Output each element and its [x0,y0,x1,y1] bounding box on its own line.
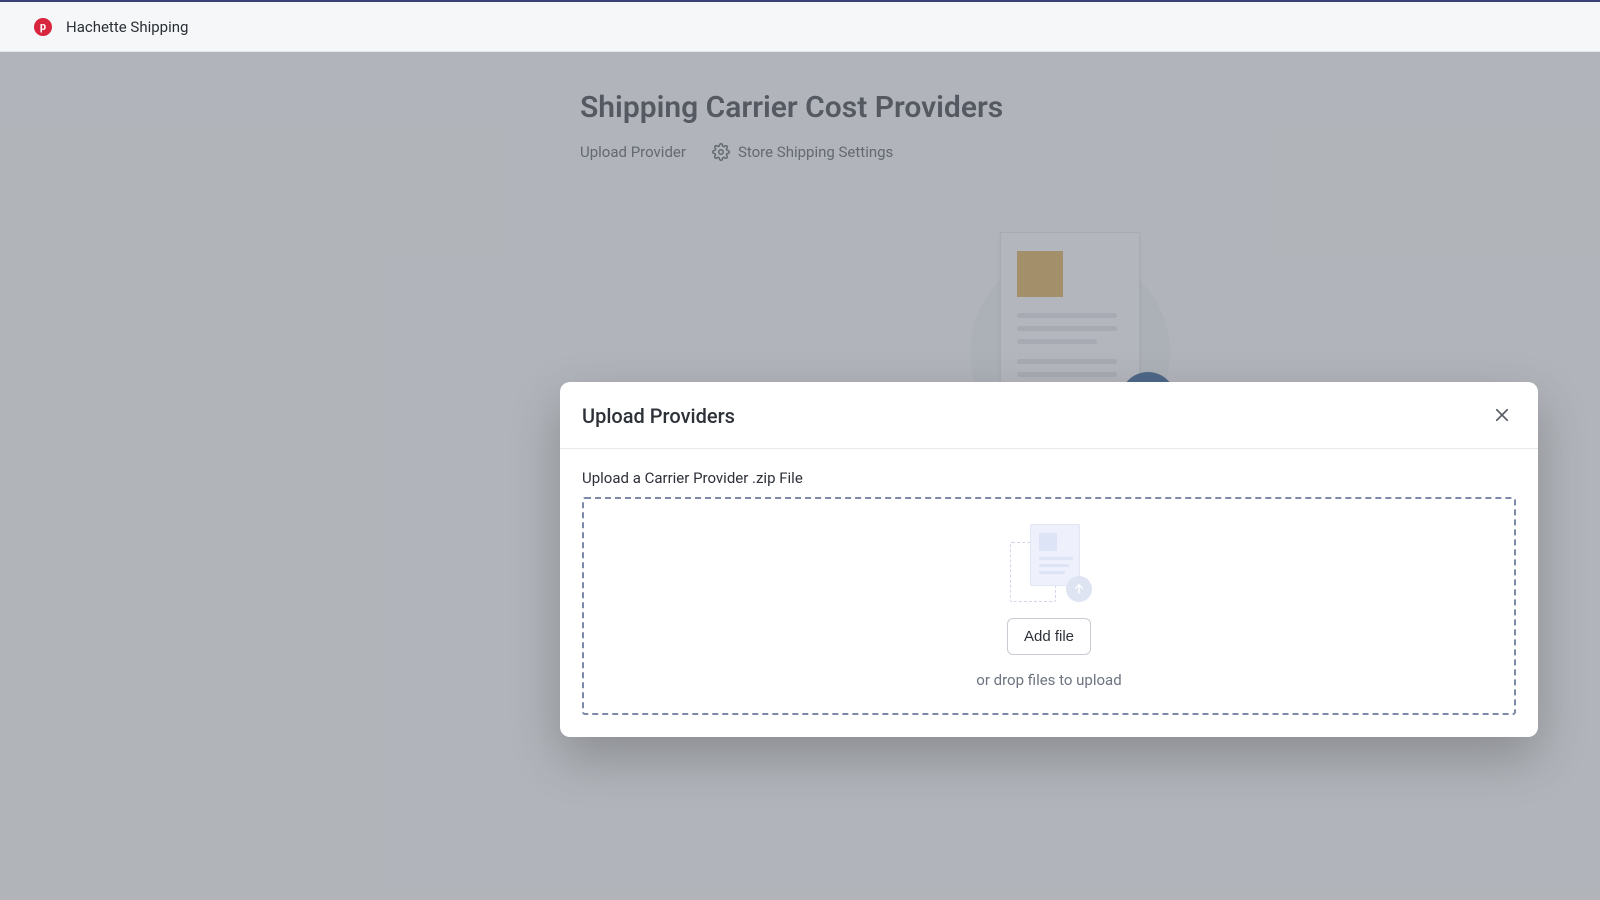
add-file-button[interactable]: Add file [1007,618,1091,655]
modal-body: Upload a Carrier Provider .zip File [560,449,1538,737]
upload-arrow-icon [1066,576,1092,602]
close-icon [1493,406,1511,427]
brand-icon: p [34,18,52,36]
drop-hint: or drop files to upload [976,671,1121,689]
upload-field-label: Upload a Carrier Provider .zip File [582,469,1516,487]
app-bar: p Hachette Shipping [0,0,1600,52]
modal-overlay[interactable]: Upload Providers Upload a Carrier Provid… [0,52,1600,900]
upload-illustration [1010,524,1088,602]
brand-name: Hachette Shipping [66,18,188,36]
modal-title: Upload Providers [582,404,735,428]
upload-providers-modal: Upload Providers Upload a Carrier Provid… [560,382,1538,737]
close-button[interactable] [1488,402,1516,430]
page-content: Shipping Carrier Cost Providers Upload P… [0,52,1600,900]
file-dropzone[interactable]: Add file or drop files to upload [582,497,1516,715]
modal-header: Upload Providers [560,382,1538,449]
